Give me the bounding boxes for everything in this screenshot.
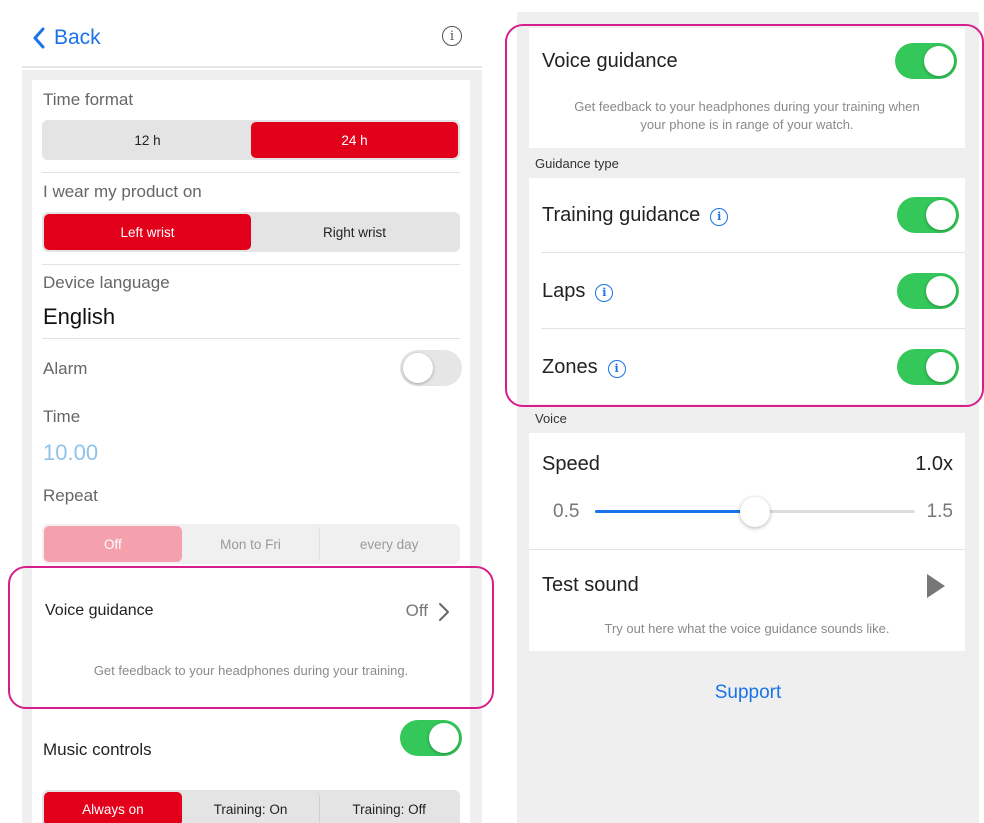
alarm-label: Alarm bbox=[43, 359, 88, 378]
time-format-12h[interactable]: 12 h bbox=[44, 122, 251, 158]
music-always-on[interactable]: Always on bbox=[44, 792, 182, 823]
wear-right-wrist[interactable]: Right wrist bbox=[251, 214, 458, 250]
time-format-segmented: 12 h 24 h bbox=[42, 120, 460, 160]
voice-guidance-row[interactable]: Voice guidance Off Get feedback to your … bbox=[32, 576, 470, 706]
time-format-label: Time format bbox=[43, 90, 134, 109]
voice-guidance-card: Voice guidance Get feedback to your head… bbox=[529, 28, 965, 148]
music-controls-label: Music controls bbox=[43, 740, 152, 759]
laps-row: Laps i bbox=[542, 280, 614, 303]
info-icon[interactable]: i bbox=[710, 207, 729, 226]
info-icon[interactable]: i bbox=[442, 26, 462, 46]
divider bbox=[42, 338, 460, 339]
toggle-knob bbox=[429, 723, 459, 753]
test-sound-description: Try out here what the voice guidance sou… bbox=[604, 621, 890, 636]
divider bbox=[541, 252, 965, 253]
repeat-mon-to-fri[interactable]: Mon to Fri bbox=[182, 526, 321, 562]
time-format-24h[interactable]: 24 h bbox=[251, 122, 458, 158]
training-guidance-label: Training guidance bbox=[542, 204, 701, 226]
description-line: Get feedback to your headphones during y… bbox=[574, 99, 920, 114]
divider bbox=[541, 328, 965, 329]
training-guidance-toggle[interactable] bbox=[897, 197, 959, 233]
voice-guidance-label: Voice guidance bbox=[45, 602, 154, 619]
alarm-time-label: Time bbox=[43, 407, 81, 426]
music-training-on[interactable]: Training: On bbox=[182, 792, 321, 823]
voice-card: Speed 1.0x 0.5 1.5 Test sound Try out he… bbox=[529, 433, 965, 651]
repeat-label: Repeat bbox=[43, 486, 98, 505]
settings-screen: Back i Time format 12 h 24 h I wear my p… bbox=[22, 0, 482, 823]
voice-guidance-title: Voice guidance bbox=[542, 50, 678, 72]
speed-slider[interactable] bbox=[595, 497, 915, 527]
device-language-label: Device language bbox=[43, 273, 170, 292]
music-training-off[interactable]: Training: Off bbox=[320, 792, 458, 823]
wear-segmented: Left wrist Right wrist bbox=[42, 212, 460, 252]
chevron-right-icon bbox=[439, 603, 449, 621]
repeat-every-day[interactable]: every day bbox=[320, 526, 458, 562]
test-sound-row[interactable]: Test sound Try out here what the voice g… bbox=[529, 550, 965, 651]
info-icon[interactable]: i bbox=[607, 359, 626, 378]
support-link[interactable]: Support bbox=[517, 682, 979, 704]
test-sound-label: Test sound bbox=[542, 574, 639, 596]
description-line: your phone is in range of your watch. bbox=[640, 117, 854, 132]
settings-content: Time format 12 h 24 h I wear my product … bbox=[22, 70, 482, 823]
guidance-type-section-label: Guidance type bbox=[535, 156, 619, 171]
toggle-knob bbox=[403, 353, 433, 383]
music-controls-segmented: Always on Training: On Training: Off bbox=[42, 790, 460, 823]
zones-row: Zones i bbox=[542, 356, 626, 379]
music-controls-toggle[interactable] bbox=[400, 720, 462, 756]
voice-guidance-value: Off bbox=[405, 601, 428, 620]
info-icon[interactable]: i bbox=[595, 283, 614, 302]
voice-guidance-screen: Voice guidance Get feedback to your head… bbox=[517, 12, 979, 823]
back-label: Back bbox=[54, 26, 101, 49]
divider bbox=[42, 264, 460, 265]
speed-value: 1.0x bbox=[915, 453, 953, 475]
zones-toggle[interactable] bbox=[897, 349, 959, 385]
zones-label: Zones bbox=[542, 356, 598, 378]
alarm-time-value[interactable]: 10.00 bbox=[43, 440, 98, 466]
device-language-value[interactable]: English bbox=[43, 304, 115, 330]
laps-label: Laps bbox=[542, 280, 586, 302]
alarm-toggle[interactable] bbox=[400, 350, 462, 386]
back-button[interactable]: Back bbox=[32, 26, 101, 50]
speed-label: Speed bbox=[542, 453, 600, 475]
slider-max-label: 1.5 bbox=[926, 501, 953, 522]
wear-left-wrist[interactable]: Left wrist bbox=[44, 214, 251, 250]
slider-thumb[interactable] bbox=[740, 497, 770, 527]
wear-label: I wear my product on bbox=[43, 182, 202, 201]
voice-guidance-description: Get feedback to your headphones during y… bbox=[529, 98, 965, 134]
guidance-type-card: Training guidance i Laps i Zones i bbox=[529, 178, 965, 404]
voice-guidance-toggle[interactable] bbox=[895, 43, 957, 79]
voice-section-label: Voice bbox=[535, 411, 567, 426]
toggle-knob bbox=[926, 276, 956, 306]
slider-fill bbox=[595, 510, 755, 513]
divider bbox=[42, 172, 460, 173]
play-icon[interactable] bbox=[925, 572, 947, 600]
repeat-off[interactable]: Off bbox=[44, 526, 182, 562]
nav-bar: Back i bbox=[22, 0, 482, 68]
training-guidance-row: Training guidance i bbox=[542, 204, 729, 227]
toggle-knob bbox=[926, 200, 956, 230]
slider-min-label: 0.5 bbox=[553, 501, 580, 522]
toggle-knob bbox=[926, 352, 956, 382]
repeat-segmented: Off Mon to Fri every day bbox=[42, 524, 460, 564]
chevron-left-icon bbox=[33, 27, 45, 49]
toggle-knob bbox=[924, 46, 954, 76]
settings-card: Time format 12 h 24 h I wear my product … bbox=[32, 80, 470, 823]
voice-guidance-description: Get feedback to your headphones during y… bbox=[93, 663, 409, 678]
laps-toggle[interactable] bbox=[897, 273, 959, 309]
